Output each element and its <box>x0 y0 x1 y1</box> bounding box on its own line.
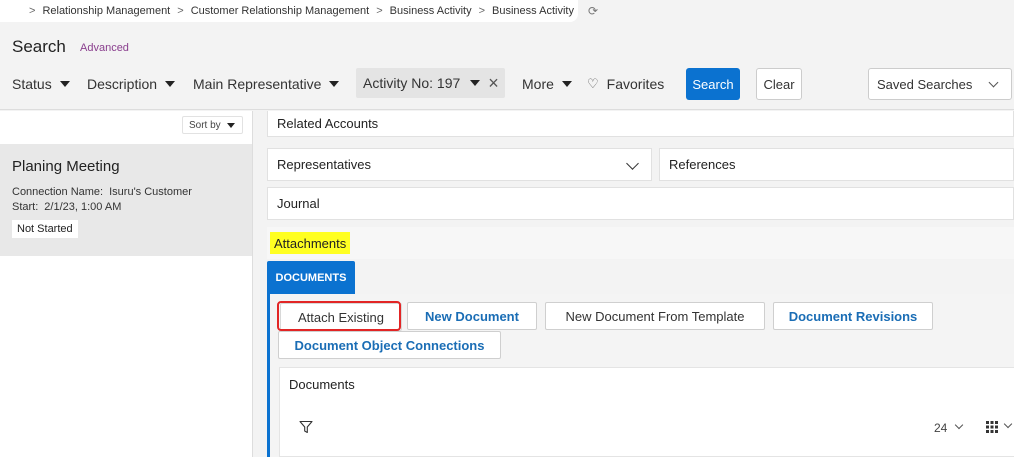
close-icon[interactable]: × <box>488 74 499 92</box>
start-row: Start: 2/1/23, 1:00 AM <box>12 201 121 213</box>
advanced-search-link[interactable]: Advanced <box>80 42 129 54</box>
documents-grid: Documents 24 <box>279 367 1014 457</box>
documents-grid-title: Documents <box>289 377 355 392</box>
more-filters-label: More <box>522 76 554 92</box>
page-title: Search <box>12 37 66 56</box>
representatives-label: Representatives <box>277 157 371 172</box>
chevron-right-icon: > <box>376 5 383 17</box>
favorites-label: Favorites <box>606 76 665 92</box>
caret-down-icon <box>561 81 572 87</box>
connection-name-label: Connection Name: <box>12 186 104 198</box>
start-label: Start: <box>12 201 39 213</box>
chevron-right-icon: > <box>177 5 184 17</box>
caret-down-icon <box>59 81 70 87</box>
connection-name-row: Connection Name: Isuru's Customer <box>12 186 192 198</box>
grid-options-menu[interactable] <box>986 419 1013 433</box>
journal-section[interactable]: Journal <box>267 187 1014 220</box>
references-section[interactable]: References <box>659 148 1014 181</box>
sort-by-label: Sort by <box>189 119 221 131</box>
activity-no-chip-label: Activity No: 197 <box>363 75 461 91</box>
breadcrumb-item-crm[interactable]: Customer Relationship Management <box>191 5 370 17</box>
attachments-label[interactable]: Attachments <box>270 232 351 254</box>
saved-searches-select[interactable]: Saved Searches <box>868 68 1012 100</box>
status-filter-label: Status <box>12 76 52 92</box>
caret-down-icon <box>329 81 340 87</box>
attachments-section: Attachments <box>267 227 1014 259</box>
page-size-select[interactable]: 24 <box>934 420 964 435</box>
description-filter[interactable]: Description <box>87 76 176 92</box>
caret-down-icon <box>165 81 176 87</box>
grid-icon <box>986 421 998 433</box>
results-list: Sort by Planing Meeting Connection Name:… <box>0 111 253 457</box>
caret-down-icon <box>226 122 235 128</box>
document-revisions-button[interactable]: Document Revisions <box>773 302 933 330</box>
documents-tab-panel: Attach Existing New Document New Documen… <box>267 294 1014 457</box>
chevron-right-icon: > <box>478 5 486 17</box>
breadcrumb-item-relationship-management[interactable]: Relationship Management <box>42 5 170 17</box>
start-value: 2/1/23, 1:00 AM <box>44 201 122 213</box>
tab-documents[interactable]: DOCUMENTS <box>267 261 355 294</box>
main-representative-filter[interactable]: Main Representative <box>193 76 340 92</box>
new-document-button[interactable]: New Document <box>407 302 537 330</box>
representatives-section[interactable]: Representatives <box>267 148 652 181</box>
page-size-value: 24 <box>934 421 948 435</box>
chevron-down-icon[interactable] <box>626 157 639 170</box>
filter-icon[interactable] <box>299 420 313 434</box>
search-header: Search Advanced Status Description Main … <box>0 22 1014 110</box>
main-representative-filter-label: Main Representative <box>193 76 322 92</box>
breadcrumb-item-current: Business Activity <box>492 5 574 17</box>
chevron-right-icon: > <box>29 5 36 17</box>
attach-existing-button[interactable]: Attach Existing <box>280 303 402 331</box>
chevron-down-icon <box>988 77 999 88</box>
saved-searches-label: Saved Searches <box>877 76 973 92</box>
favorites-button[interactable]: ♡ Favorites <box>587 76 664 92</box>
more-filters-button[interactable]: More <box>522 76 572 92</box>
clear-button[interactable]: Clear <box>756 68 802 100</box>
connection-name-value: Isuru's Customer <box>109 186 192 198</box>
caret-down-icon[interactable] <box>470 80 481 86</box>
breadcrumb-item-business-activity[interactable]: Business Activity <box>390 5 472 17</box>
refresh-icon[interactable]: ⟳ <box>588 4 598 18</box>
list-item[interactable]: Planing Meeting Connection Name: Isuru's … <box>0 144 252 256</box>
sort-by-dropdown[interactable]: Sort by <box>182 116 243 134</box>
chevron-down-icon <box>1003 419 1013 429</box>
status-filter[interactable]: Status <box>12 76 70 92</box>
status-badge: Not Started <box>12 220 78 238</box>
description-filter-label: Description <box>87 76 158 92</box>
new-document-from-template-button[interactable]: New Document From Template <box>545 302 765 330</box>
related-accounts-section[interactable]: Related Accounts <box>267 111 1014 137</box>
activity-title: Planing Meeting <box>12 158 120 175</box>
breadcrumb: > Relationship Management > Customer Rel… <box>0 0 598 22</box>
detail-panel: Related Accounts Representatives Referen… <box>253 111 1014 457</box>
heart-icon: ♡ <box>587 76 599 91</box>
filter-bar: Status Description Main Representative A… <box>0 68 1014 100</box>
search-button[interactable]: Search <box>686 68 740 100</box>
activity-no-filter-chip[interactable]: Activity No: 197 × <box>356 68 505 98</box>
document-object-connections-button[interactable]: Document Object Connections <box>278 331 501 359</box>
chevron-down-icon <box>955 420 964 430</box>
